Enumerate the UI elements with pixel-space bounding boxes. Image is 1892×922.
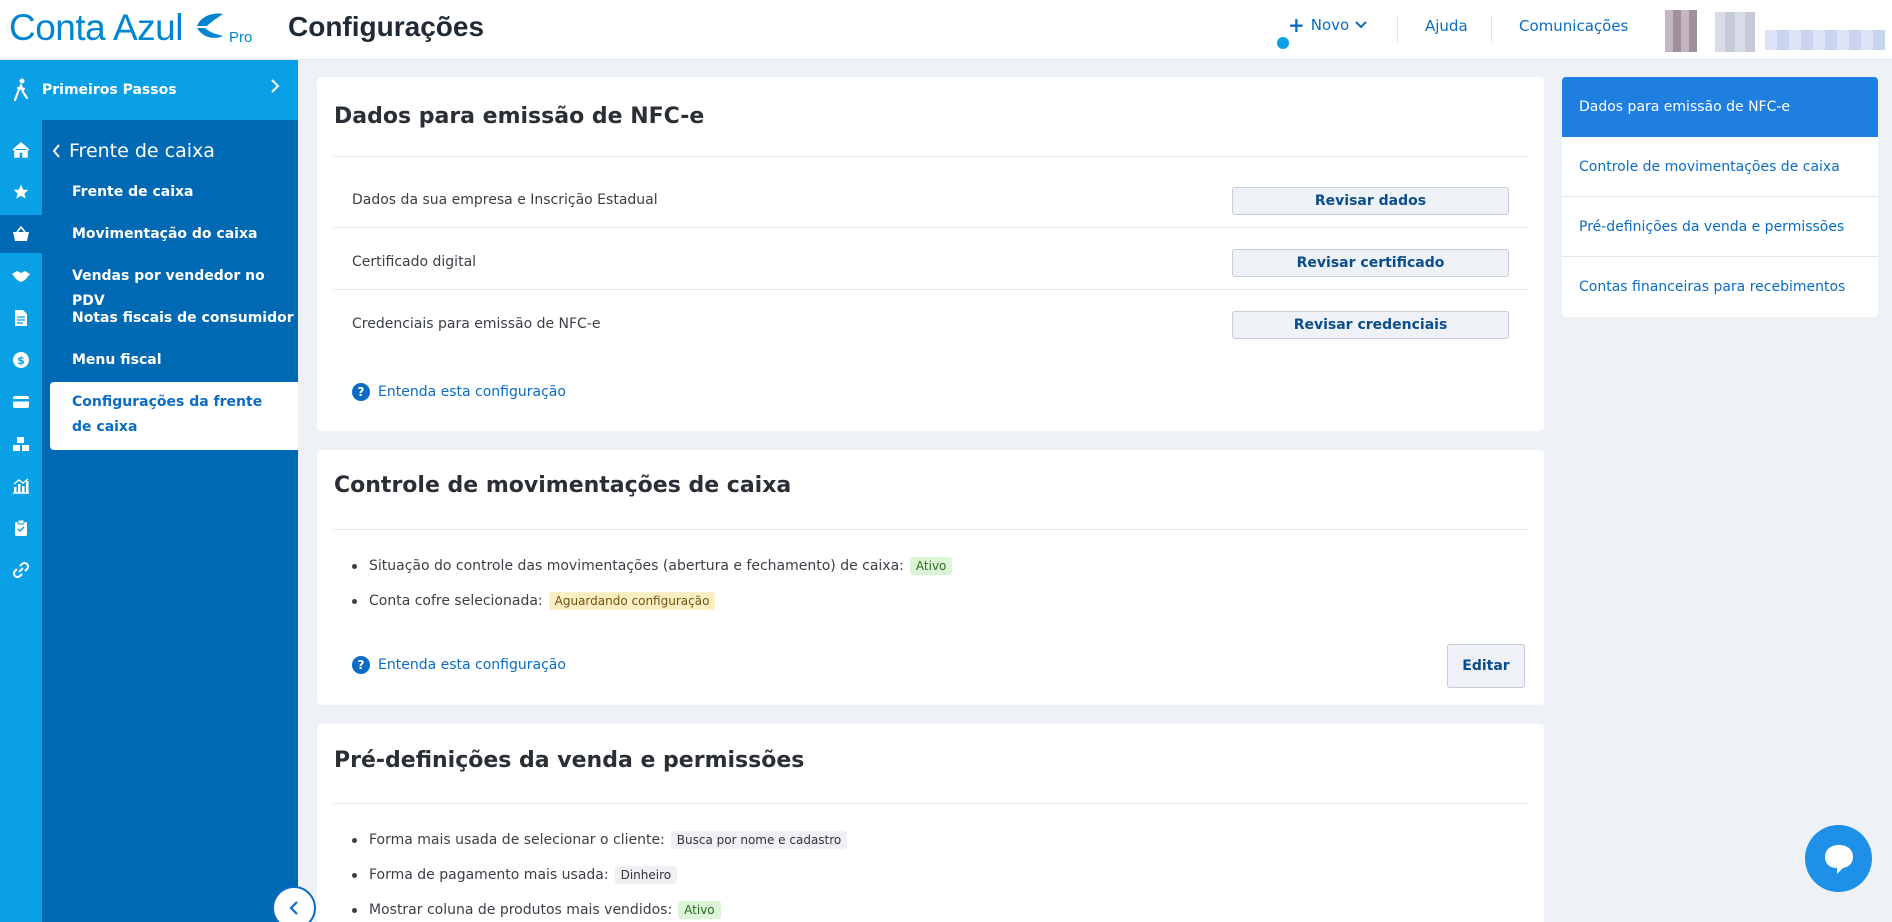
help-link[interactable]: Ajuda [1425, 17, 1468, 35]
subnav-item-movimentacao[interactable]: Movimentação do caixa [72, 222, 257, 247]
bullet-dot [352, 907, 357, 913]
collapse-sidebar-button[interactable] [272, 886, 316, 922]
plus-icon: + [1288, 13, 1305, 37]
subnav-back[interactable]: Frente de caixa [52, 140, 215, 162]
understand-config-link[interactable]: ? Entenda esta configuração [352, 656, 566, 674]
bullet-dot [352, 837, 357, 843]
svg-text:$: $ [17, 354, 25, 367]
anchor-nfce[interactable]: Dados para emissão de NFC-e [1562, 77, 1878, 137]
status-badge: Ativo [678, 901, 721, 919]
chevron-left-icon [289, 901, 298, 915]
chat-bubble-icon [1824, 844, 1853, 874]
notification-dot [1277, 37, 1289, 49]
question-icon: ? [352, 656, 370, 674]
nfce-row-label: Dados da sua empresa e Inscrição Estadua… [352, 192, 658, 208]
divider [334, 227, 1527, 228]
cash-control-title: Controle de movimentações de caixa [334, 473, 792, 498]
first-steps-label: Primeiros Passos [42, 82, 177, 98]
review-certificate-button[interactable]: Revisar certificado [1232, 249, 1509, 277]
divider [334, 803, 1527, 804]
value-badge: Busca por nome e cadastro [670, 831, 848, 849]
bullet-dot [352, 598, 357, 604]
card-icon[interactable] [0, 383, 42, 421]
question-icon: ? [352, 383, 370, 401]
anchor-cash-control[interactable]: Controle de movimentações de caixa [1562, 137, 1878, 197]
header-divider [1491, 16, 1492, 42]
section-anchor-nav: Dados para emissão de NFC-e Controle de … [1562, 77, 1878, 317]
edit-button[interactable]: Editar [1447, 644, 1525, 688]
cash-control-card: Controle de movimentações de caixa Situa… [317, 450, 1544, 705]
walking-person-icon [0, 78, 42, 102]
basket-icon[interactable] [0, 215, 42, 253]
bullet-text: Forma de pagamento mais usada: [369, 867, 609, 883]
list-item: Forma mais usada de selecionar o cliente… [352, 831, 848, 849]
understand-config-link[interactable]: ? Entenda esta configuração [352, 383, 566, 401]
bullet-dot [352, 872, 357, 878]
link-icon[interactable] [0, 551, 42, 589]
chart-icon[interactable] [0, 467, 42, 505]
communications-link[interactable]: Comunicações [1519, 17, 1628, 35]
subnav-active-label: Configurações da frente de caixa [72, 394, 263, 435]
review-data-button[interactable]: Revisar dados [1232, 187, 1509, 215]
list-item: Situação do controle das movimentações (… [352, 557, 953, 575]
divider [334, 156, 1527, 157]
sale-defaults-card: Pré-definições da venda e permissões For… [317, 724, 1544, 922]
list-item: Mostrar coluna de produtos mais vendidos… [352, 901, 721, 919]
star-icon[interactable] [0, 173, 42, 211]
bullet-text: Forma mais usada de selecionar o cliente… [369, 832, 665, 848]
dollar-icon[interactable]: $ [0, 341, 42, 379]
first-steps-bar[interactable]: Primeiros Passos [0, 60, 298, 120]
chevron-left-icon [52, 144, 60, 158]
help-link-label: Entenda esta configuração [378, 384, 566, 400]
nfce-card: Dados para emissão de NFC-e Dados da sua… [317, 77, 1544, 431]
chat-button[interactable] [1805, 825, 1872, 892]
subnav-item-configuracoes[interactable]: Configurações da frente de caixa [50, 382, 298, 450]
top-header: Conta Azul Pro Configurações + Novo Ajud… [0, 0, 1892, 60]
logo-mark-icon [196, 13, 223, 38]
list-item: Forma de pagamento mais usada: Dinheiro [352, 866, 678, 884]
divider [334, 529, 1527, 530]
account-name[interactable] [1765, 30, 1885, 50]
bullet-text: Conta cofre selecionada: [369, 593, 543, 609]
review-credentials-button[interactable]: Revisar credenciais [1232, 311, 1509, 339]
list-item: Conta cofre selecionada: Aguardando conf… [352, 592, 716, 610]
header-divider [1397, 16, 1398, 42]
logo-text: Conta Azul [9, 7, 183, 48]
status-badge: Ativo [909, 557, 953, 575]
nfce-title: Dados para emissão de NFC-e [334, 104, 705, 129]
bullet-dot [352, 563, 357, 569]
new-button[interactable]: + Novo [1288, 13, 1367, 37]
logo[interactable]: Conta Azul Pro [9, 8, 252, 48]
subnav-item-notas-fiscais[interactable]: Notas fiscais de consumidor [72, 306, 294, 331]
clipboard-icon[interactable] [0, 509, 42, 547]
status-badge: Aguardando configuração [548, 592, 716, 610]
sale-defaults-title: Pré-definições da venda e permissões [334, 748, 805, 773]
boxes-icon[interactable] [0, 425, 42, 463]
handshake-icon[interactable] [0, 257, 42, 295]
anchor-sale-defaults[interactable]: Pré-definições da venda e permissões [1562, 197, 1878, 257]
subnav-item-frente-de-caixa[interactable]: Frente de caixa [72, 180, 194, 205]
avatar[interactable] [1665, 10, 1697, 52]
home-icon[interactable] [0, 131, 42, 169]
nfce-row-label: Certificado digital [352, 254, 477, 270]
chevron-right-icon [271, 79, 280, 93]
document-icon[interactable] [0, 299, 42, 337]
page-title: Configurações [288, 11, 485, 42]
account-logo[interactable] [1715, 12, 1755, 52]
subnav-item-menu-fiscal[interactable]: Menu fiscal [72, 348, 162, 373]
anchor-financial-accounts[interactable]: Contas financeiras para recebimentos [1562, 257, 1878, 317]
bullet-text: Mostrar coluna de produtos mais vendidos… [369, 902, 673, 918]
value-badge: Dinheiro [614, 866, 678, 884]
chevron-down-icon [1355, 21, 1367, 29]
nfce-row-label: Credenciais para emissão de NFC-e [352, 316, 601, 332]
bullet-text: Situação do controle das movimentações (… [369, 558, 904, 574]
divider [334, 289, 1527, 290]
pro-badge: Pro [228, 29, 253, 46]
help-link-label: Entenda esta configuração [378, 657, 566, 673]
subnav-title: Frente de caixa [69, 140, 215, 162]
sub-navigation: Frente de caixa Frente de caixa Moviment… [42, 120, 298, 922]
new-label: Novo [1310, 16, 1350, 34]
